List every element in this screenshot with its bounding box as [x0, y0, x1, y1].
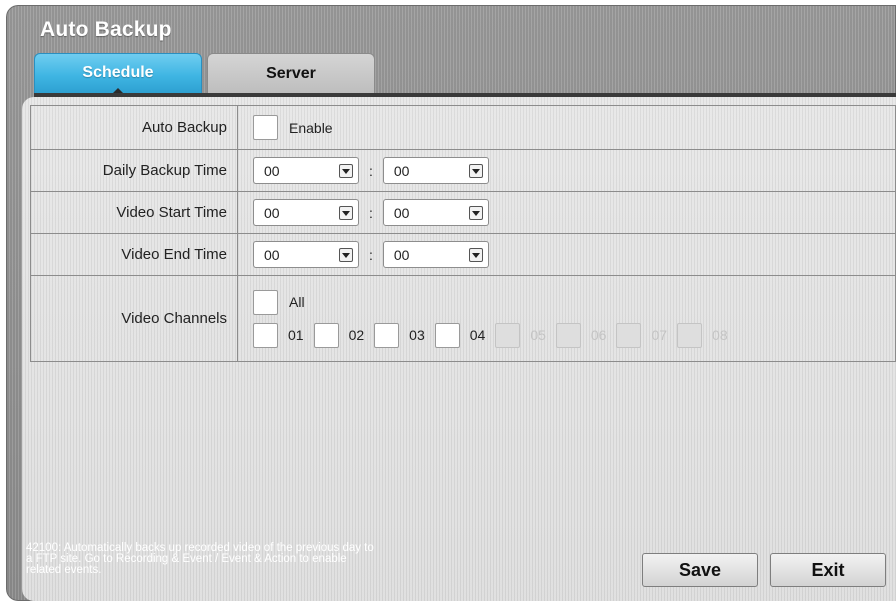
daily-backup-hour-value: 00	[264, 162, 280, 179]
dropdown-arrow-icon	[339, 247, 353, 262]
video-start-time-label: Video Start Time	[30, 191, 238, 234]
time-separator: :	[369, 246, 373, 263]
channel-02: 02	[313, 322, 365, 348]
channel-08: 08	[677, 322, 728, 348]
video-start-minute-value: 00	[393, 204, 410, 221]
dropdown-arrow-icon	[339, 163, 353, 178]
daily-backup-hour-select[interactable]: 00	[253, 157, 359, 184]
channel-03-checkbox[interactable]	[374, 322, 400, 348]
save-button[interactable]: Save	[642, 553, 758, 587]
dropdown-arrow-icon	[468, 205, 483, 220]
dropdown-arrow-icon	[339, 205, 353, 220]
enable-checkbox[interactable]	[253, 115, 278, 140]
daily-backup-minute-value: 00	[393, 162, 410, 179]
channel-06: 06	[555, 322, 607, 348]
channel-05: 05	[495, 322, 546, 348]
row-daily-backup-time: Daily Backup Time 00 : 00	[30, 149, 896, 192]
video-channels-label: Video Channels	[30, 275, 238, 362]
video-start-minute-select[interactable]: 00	[382, 199, 489, 226]
dropdown-arrow-icon	[468, 247, 483, 262]
video-start-hour-value: 00	[264, 204, 280, 221]
exit-button[interactable]: Exit	[770, 553, 886, 587]
channel-05-label: 05	[530, 327, 546, 343]
channel-06-checkbox	[555, 322, 581, 348]
channel-04: 04	[434, 322, 486, 348]
channel-05-checkbox	[495, 322, 521, 348]
row-video-channels: Video Channels All 01 02 03 04 05 06 07 08	[30, 275, 896, 362]
channel-06-label: 06	[590, 327, 607, 343]
auto-backup-label: Auto Backup	[30, 105, 238, 150]
video-end-hour-value: 00	[264, 246, 280, 263]
channel-07: 07	[616, 322, 668, 348]
row-video-end-time: Video End Time 00 : 00	[30, 233, 896, 276]
tab-schedule[interactable]: Schedule	[34, 53, 202, 95]
channel-01-checkbox[interactable]	[253, 322, 278, 348]
channel-04-checkbox[interactable]	[434, 322, 460, 348]
time-separator: :	[369, 204, 373, 221]
channel-02-checkbox[interactable]	[313, 322, 339, 348]
channel-list: 01 02 03 04 05 06 07 08	[253, 322, 895, 348]
channel-04-label: 04	[469, 327, 486, 343]
help-text: 42100: Automatically backs up recorded v…	[26, 542, 486, 576]
row-auto-backup: Auto Backup Enable	[30, 105, 896, 150]
channel-01: 01	[253, 322, 304, 348]
time-separator: :	[369, 162, 373, 179]
dropdown-arrow-icon	[468, 163, 483, 178]
tab-server[interactable]: Server	[207, 53, 375, 95]
all-channels-label: All	[289, 294, 305, 310]
row-video-start-time: Video Start Time 00 : 00	[30, 191, 896, 234]
channel-08-label: 08	[712, 327, 728, 343]
window-title: Auto Backup	[40, 18, 172, 41]
help-line: related events.	[26, 564, 102, 576]
video-end-minute-select[interactable]: 00	[382, 241, 489, 268]
video-end-hour-select[interactable]: 00	[253, 241, 359, 268]
channel-07-label: 07	[651, 327, 668, 343]
enable-label: Enable	[289, 119, 333, 136]
channel-02-label: 02	[348, 327, 365, 343]
video-start-hour-select[interactable]: 00	[253, 199, 359, 226]
daily-backup-minute-select[interactable]: 00	[382, 157, 489, 184]
channel-03: 03	[374, 322, 425, 348]
channel-01-label: 01	[288, 327, 304, 343]
video-end-time-label: Video End Time	[30, 233, 238, 276]
channel-08-checkbox	[677, 322, 703, 348]
all-channels-checkbox[interactable]	[253, 289, 278, 315]
video-end-minute-value: 00	[393, 246, 410, 263]
channel-07-checkbox	[616, 322, 642, 348]
settings-table: Auto Backup Enable Daily Backup Time 00 …	[30, 105, 896, 362]
channel-03-label: 03	[409, 327, 425, 343]
daily-backup-time-label: Daily Backup Time	[30, 149, 238, 192]
